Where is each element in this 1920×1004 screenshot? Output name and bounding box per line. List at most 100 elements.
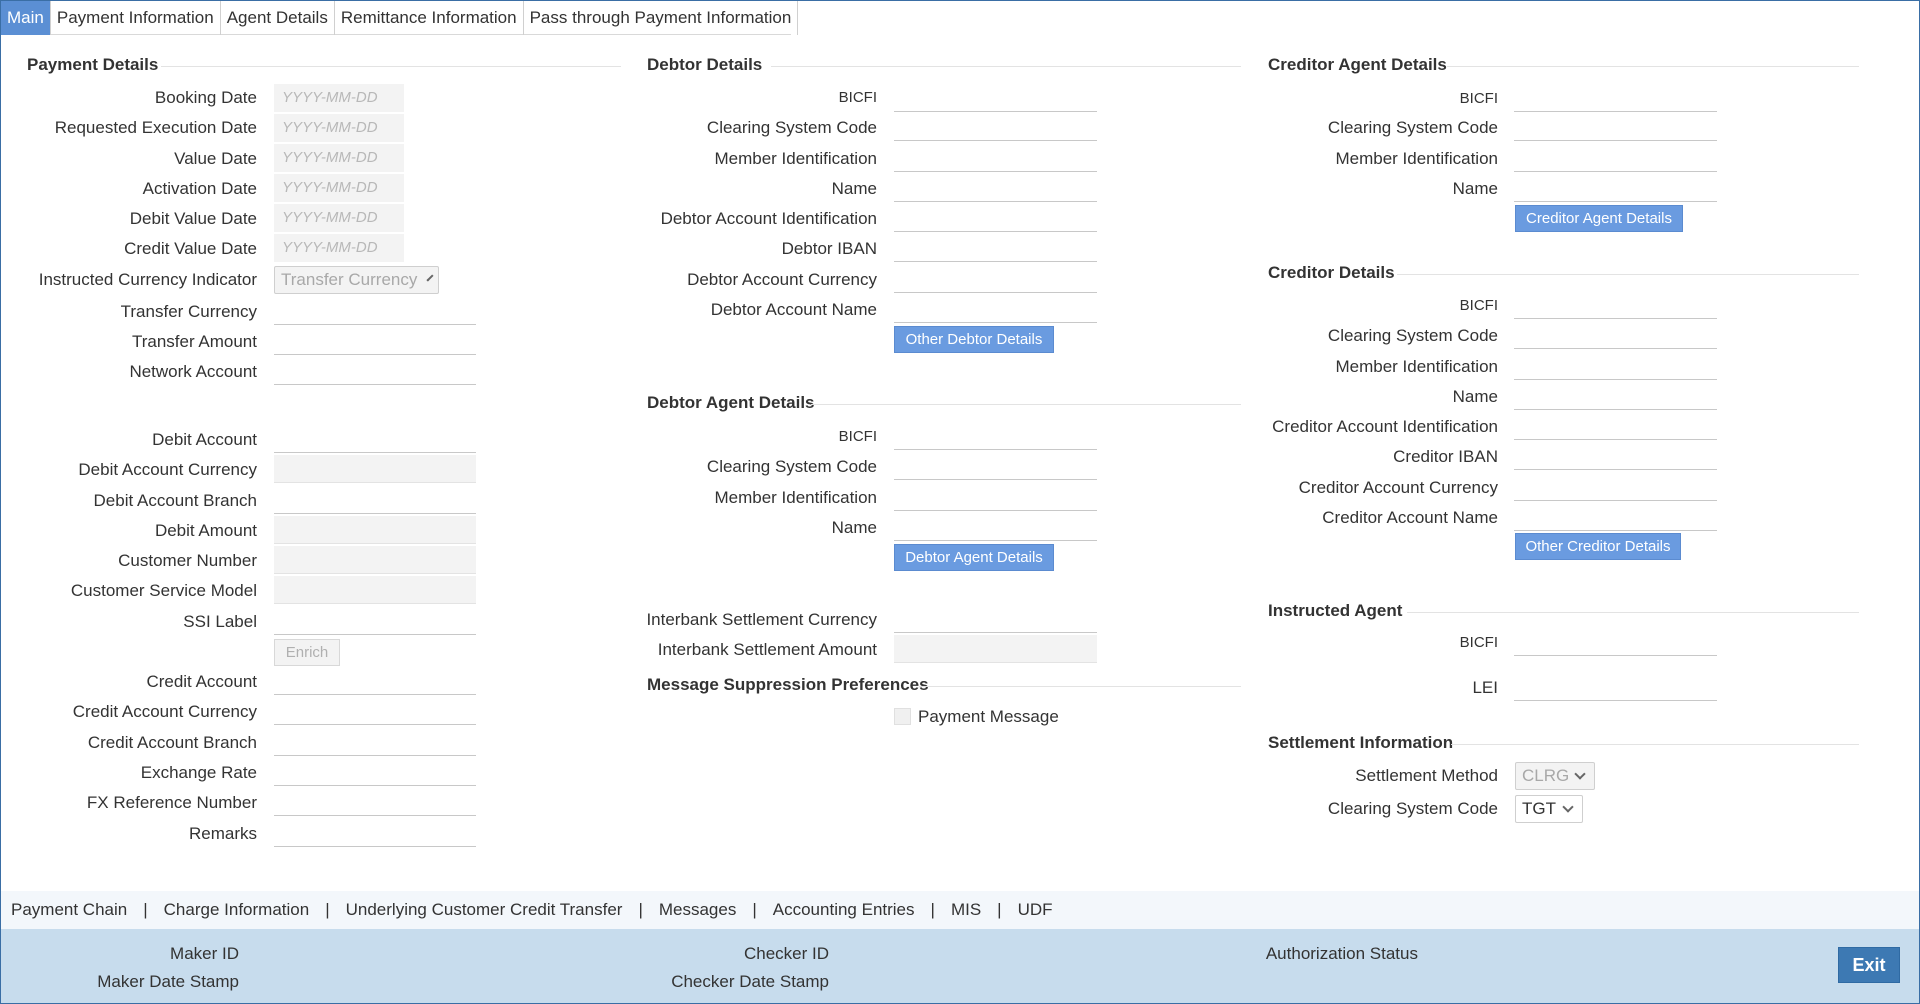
remarks-label: Remarks: [188, 824, 257, 843]
lei-input[interactable]: [1514, 673, 1717, 701]
value-date-label: Value Date: [174, 149, 257, 168]
creditor-agent-clearing-system-code-input[interactable]: [1514, 113, 1717, 141]
footer-separator: |: [997, 900, 1002, 919]
tab-pass-through-payment-information[interactable]: Pass through Payment Information: [524, 1, 799, 35]
debtor-agent-name-label: Name: [831, 518, 877, 537]
maker-id-label: Maker ID: [170, 944, 239, 963]
credit-account-branch-label: Credit Account Branch: [87, 733, 257, 752]
activation-date-input[interactable]: [274, 174, 404, 202]
tab-agent-details[interactable]: Agent Details: [221, 1, 335, 35]
debtor-agent-name-input[interactable]: [894, 513, 1097, 541]
credit-value-date-input[interactable]: [274, 234, 404, 262]
creditor-clearing-system-code-input[interactable]: [1514, 321, 1717, 349]
chevron-down-icon: [1574, 768, 1586, 780]
debtor-account-currency-input[interactable]: [894, 265, 1097, 293]
creditor-agent-bicfi-label: BICFI: [1459, 90, 1498, 107]
link-charge-information[interactable]: Charge Information: [164, 900, 310, 920]
interbank-settlement-amount-input[interactable]: [894, 635, 1097, 663]
settlement-method-select[interactable]: CLRG: [1515, 762, 1595, 790]
exchange-rate-input[interactable]: [274, 758, 476, 786]
debtor-agent-member-identification-input[interactable]: [894, 483, 1097, 511]
booking-date-label: Booking Date: [154, 88, 257, 107]
link-payment-chain[interactable]: Payment Chain: [11, 900, 127, 920]
debit-account-currency-input[interactable]: [274, 455, 476, 483]
creditor-account-currency-input[interactable]: [1514, 473, 1717, 501]
debtor-clearing-system-code-input[interactable]: [894, 113, 1097, 141]
creditor-agent-bicfi-input[interactable]: [1514, 84, 1717, 112]
creditor-name-input[interactable]: [1514, 382, 1717, 410]
debtor-account-identification-input[interactable]: [894, 204, 1097, 232]
creditor-member-identification-input[interactable]: [1514, 352, 1717, 380]
debit-account-input[interactable]: [274, 425, 476, 453]
debtor-agent-member-identification-label: Member Identification: [714, 488, 877, 507]
debtor-agent-details-button[interactable]: Debtor Agent Details: [894, 544, 1054, 571]
debtor-account-name-input[interactable]: [894, 295, 1097, 323]
debit-value-date-input[interactable]: [274, 204, 404, 232]
transfer-amount-input[interactable]: [274, 327, 476, 355]
settlement-clearing-system-code-label: Clearing System Code: [1327, 799, 1498, 818]
debtor-bicfi-input[interactable]: [894, 84, 1097, 112]
enrich-button[interactable]: Enrich: [274, 639, 340, 666]
debtor-agent-details-heading: Debtor Agent Details: [647, 393, 815, 412]
creditor-agent-name-input[interactable]: [1514, 174, 1717, 202]
ssi-label-input[interactable]: [274, 607, 476, 635]
creditor-account-name-input[interactable]: [1514, 503, 1717, 531]
debtor-agent-clearing-system-code-input[interactable]: [894, 452, 1097, 480]
authorization-status-label: Authorization Status: [1265, 944, 1418, 963]
tab-payment-information[interactable]: Payment Information: [51, 1, 221, 35]
footer-separator: |: [752, 900, 757, 919]
network-account-input[interactable]: [274, 357, 476, 385]
credit-account-branch-input[interactable]: [274, 728, 476, 756]
debtor-member-identification-input[interactable]: [894, 144, 1097, 172]
requested-execution-date-input[interactable]: [274, 114, 404, 142]
instructed-agent-bicfi-input[interactable]: [1514, 628, 1717, 656]
customer-service-model-input[interactable]: [274, 576, 476, 604]
credit-account-input[interactable]: [274, 667, 476, 695]
exit-button[interactable]: Exit: [1838, 947, 1900, 983]
booking-date-input[interactable]: [274, 84, 404, 112]
link-underlying-customer-credit-transfer[interactable]: Underlying Customer Credit Transfer: [346, 900, 623, 920]
creditor-iban-label: Creditor IBAN: [1393, 447, 1498, 466]
interbank-settlement-currency-input[interactable]: [894, 605, 1097, 633]
checker-date-stamp-label: Checker Date Stamp: [671, 972, 829, 991]
value-date-input[interactable]: [274, 144, 404, 172]
customer-number-label: Customer Number: [118, 551, 257, 570]
debit-account-branch-input[interactable]: [274, 486, 476, 514]
creditor-member-identification-label: Member Identification: [1335, 357, 1498, 376]
customer-number-input[interactable]: [274, 546, 476, 574]
debtor-account-name-label: Debtor Account Name: [710, 300, 877, 319]
ssi-label-label: SSI Label: [183, 612, 257, 631]
other-creditor-details-button[interactable]: Other Creditor Details: [1515, 533, 1681, 560]
transfer-currency-input[interactable]: [274, 297, 476, 325]
activation-date-label: Activation Date: [142, 179, 257, 198]
creditor-agent-details-button[interactable]: Creditor Agent Details: [1515, 205, 1683, 232]
fx-reference-number-input[interactable]: [274, 788, 476, 816]
creditor-bicfi-input[interactable]: [1514, 291, 1717, 319]
creditor-account-currency-label: Creditor Account Currency: [1298, 478, 1498, 497]
other-debtor-details-button[interactable]: Other Debtor Details: [894, 326, 1054, 353]
link-mis[interactable]: MIS: [951, 900, 981, 920]
transfer-amount-label: Transfer Amount: [131, 332, 257, 351]
payment-message-checkbox[interactable]: [894, 708, 911, 725]
tab-main[interactable]: Main: [1, 1, 51, 35]
creditor-account-identification-input[interactable]: [1514, 412, 1717, 440]
link-messages[interactable]: Messages: [659, 900, 736, 920]
debtor-clearing-system-code-label: Clearing System Code: [706, 118, 877, 137]
payment-details-heading: Payment Details: [27, 55, 159, 74]
instructed-currency-indicator-select[interactable]: Transfer Currency: [274, 266, 439, 294]
creditor-agent-member-identification-input[interactable]: [1514, 144, 1717, 172]
debtor-agent-bicfi-input[interactable]: [894, 422, 1097, 450]
footer-separator: |: [143, 900, 148, 919]
remarks-input[interactable]: [274, 819, 476, 847]
creditor-iban-input[interactable]: [1514, 442, 1717, 470]
transfer-currency-label: Transfer Currency: [120, 302, 257, 321]
link-accounting-entries[interactable]: Accounting Entries: [773, 900, 915, 920]
debit-amount-input[interactable]: [274, 516, 476, 544]
debit-amount-label: Debit Amount: [154, 521, 257, 540]
link-udf[interactable]: UDF: [1018, 900, 1053, 920]
settlement-clearing-system-code-select[interactable]: TGT: [1515, 795, 1583, 823]
credit-account-currency-input[interactable]: [274, 697, 476, 725]
debtor-name-input[interactable]: [894, 174, 1097, 202]
debtor-iban-input[interactable]: [894, 234, 1097, 262]
tab-remittance-information[interactable]: Remittance Information: [335, 1, 524, 35]
